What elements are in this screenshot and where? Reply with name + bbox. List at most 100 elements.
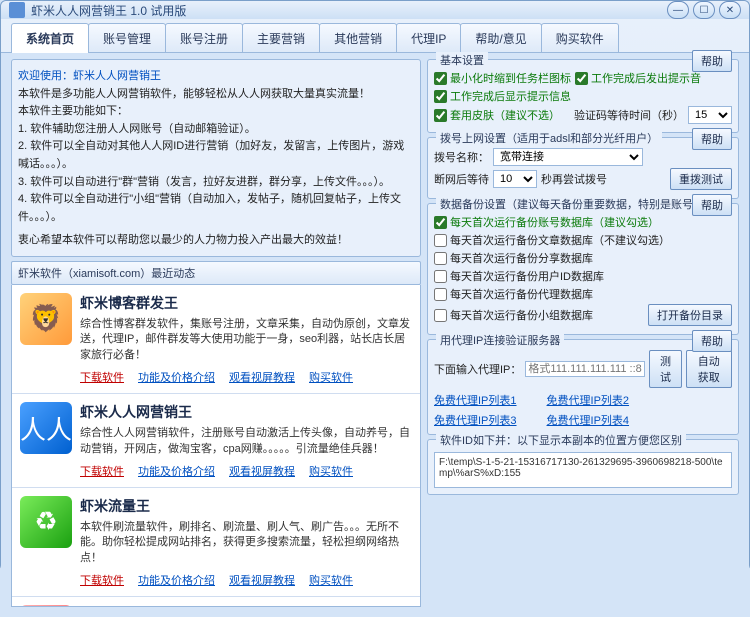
product-link[interactable]: 下载软件 bbox=[80, 572, 124, 588]
product-title: 虾米流量王 bbox=[80, 496, 412, 516]
proxy-input-label: 下面输入代理IP： bbox=[434, 361, 521, 377]
dial-name-label: 拨号名称： bbox=[434, 149, 489, 165]
product-link[interactable]: 下载软件 bbox=[80, 369, 124, 385]
maximize-button[interactable]: ☐ bbox=[693, 1, 715, 19]
product-title: 虾米分享王 bbox=[80, 605, 412, 607]
product-icon: 👶 bbox=[20, 605, 72, 607]
right-panel: 基本设置 帮助 最小化时缩到任务栏图标 工作完成后发出提示音 工作完成后显示提示… bbox=[427, 53, 739, 607]
product-title: 虾米博客群发王 bbox=[80, 293, 412, 313]
path-group: 软件ID如下并：以下显示本副本的位置方便您区别 F:\temp\S-1-5-21… bbox=[427, 439, 739, 495]
product-link[interactable]: 功能及价格介绍 bbox=[138, 572, 215, 588]
backup-account-checkbox[interactable]: 每天首次运行备份账号数据库（建议勾选） bbox=[434, 214, 659, 230]
product-desc: 综合性博客群发软件，集账号注册，文章采集，自动伪原创，文章发送，代理IP，邮件群… bbox=[80, 317, 412, 363]
help-button[interactable]: 帮助 bbox=[692, 194, 732, 216]
products-list[interactable]: 🦁 虾米博客群发王综合性博客群发软件，集账号注册，文章采集，自动伪原创，文章发送，… bbox=[11, 285, 421, 607]
product-desc: 本软件刷流量软件，刷排名、刷流量、刷人气、刷广告。。。无所不能。助你轻松提成网站… bbox=[80, 520, 412, 566]
tab-2[interactable]: 账号注册 bbox=[165, 23, 243, 53]
proxy-link[interactable]: 免费代理IP列表1 bbox=[434, 392, 517, 408]
tab-1[interactable]: 账号管理 bbox=[88, 23, 166, 53]
product-desc: 综合性人人网营销软件，注册账号自动激活上传头像，自动养号，自动营销，开网店，做淘… bbox=[80, 426, 412, 457]
products-header-title: 虾米软件（xiamisoft.com）最近动态 bbox=[18, 265, 195, 281]
minimize-button[interactable]: — bbox=[667, 1, 689, 19]
product-link[interactable]: 购买软件 bbox=[309, 572, 353, 588]
proxy-input[interactable] bbox=[525, 361, 645, 377]
tab-5[interactable]: 代理IP bbox=[396, 23, 461, 53]
product-link[interactable]: 下载软件 bbox=[80, 463, 124, 479]
intro-text: 欢迎使用：虾米人人网营销王 本软件是多功能人人网营销软件，能够轻松从人人网获取大… bbox=[18, 68, 414, 250]
product-icon: 🦁 bbox=[20, 293, 72, 345]
product-link[interactable]: 购买软件 bbox=[309, 463, 353, 479]
product-item: ♻ 虾米流量王本软件刷流量软件，刷排名、刷流量、刷人气、刷广告。。。无所不能。助你… bbox=[12, 488, 420, 597]
product-link[interactable]: 功能及价格介绍 bbox=[138, 369, 215, 385]
sound-checkbox[interactable]: 工作完成后发出提示音 bbox=[575, 70, 701, 86]
timeout-select[interactable]: 15 bbox=[688, 106, 732, 124]
group-title: 软件ID如下并：以下显示本副本的位置方便您区别 bbox=[436, 432, 686, 448]
tab-7[interactable]: 购买软件 bbox=[541, 23, 619, 53]
products-header: 虾米软件（xiamisoft.com）最近动态 bbox=[11, 261, 421, 285]
timeout-label: 验证码等待时间（秒） bbox=[574, 107, 684, 123]
product-links: 下载软件功能及价格介绍观看视屏教程购买软件 bbox=[80, 572, 412, 588]
product-item: 人人虾米人人网营销王综合性人人网营销软件，注册账号自动激活上传头像，自动养号，自… bbox=[12, 394, 420, 488]
proxy-link[interactable]: 免费代理IP列表3 bbox=[434, 412, 517, 428]
backup-group: 数据备份设置（建议每天备份重要数据，特别是账号数据） 帮助 每天首次运行备份账号… bbox=[427, 203, 739, 335]
product-link[interactable]: 功能及价格介绍 bbox=[138, 463, 215, 479]
group-title: 用代理IP连接验证服务器 bbox=[436, 332, 564, 348]
backup-group-checkbox[interactable]: 每天首次运行备份小组数据库 bbox=[434, 307, 593, 323]
tab-3[interactable]: 主要营销 bbox=[242, 23, 320, 53]
product-link[interactable]: 观看视屏教程 bbox=[229, 463, 295, 479]
close-button[interactable]: ✕ bbox=[719, 1, 741, 19]
app-icon bbox=[9, 2, 25, 18]
content-area: 欢迎使用：虾米人人网营销王 本软件是多功能人人网营销软件，能够轻松从人人网获取大… bbox=[1, 52, 749, 617]
group-title: 基本设置 bbox=[436, 52, 488, 68]
proxy-test-button[interactable]: 测试 bbox=[649, 350, 681, 388]
group-title: 拨号上网设置（适用于adsl和部分光纤用户） bbox=[436, 130, 662, 146]
product-title: 虾米人人网营销王 bbox=[80, 402, 412, 422]
show-info-checkbox[interactable]: 工作完成后显示提示信息 bbox=[434, 88, 571, 104]
redial-button[interactable]: 重拨测试 bbox=[670, 168, 732, 190]
dial-wait-select[interactable]: 10 bbox=[493, 170, 537, 188]
window-title: 虾米人人网营销王 1.0 试用版 bbox=[31, 2, 667, 19]
tab-0[interactable]: 系统首页 bbox=[11, 23, 89, 53]
path-text: F:\temp\S-1-5-21-15316717130-261329695-3… bbox=[434, 452, 732, 488]
welcome-line: 欢迎使用：虾米人人网营销王 bbox=[18, 68, 414, 86]
product-item: 👶虾米分享王首创综合性网络收藏及分享（网摘）软件，一键采集您的所有网址，一键分享… bbox=[12, 597, 420, 607]
group-title: 数据备份设置（建议每天备份重要数据，特别是账号数据） bbox=[436, 196, 730, 212]
help-button[interactable]: 帮助 bbox=[692, 128, 732, 150]
dial-wait-label2: 秒再尝试拨号 bbox=[541, 171, 607, 187]
tab-4[interactable]: 其他营销 bbox=[319, 23, 397, 53]
skin-checkbox[interactable]: 套用皮肤（建议不选） bbox=[434, 107, 560, 123]
backup-share-checkbox[interactable]: 每天首次运行备份分享数据库 bbox=[434, 250, 593, 266]
backup-proxy-checkbox[interactable]: 每天首次运行备份代理数据库 bbox=[434, 286, 593, 302]
open-backup-button[interactable]: 打开备份目录 bbox=[648, 304, 732, 326]
product-link[interactable]: 观看视屏教程 bbox=[229, 369, 295, 385]
app-window: 虾米人人网营销王 1.0 试用版 — ☐ ✕ 系统首页账号管理账号注册主要营销其… bbox=[0, 0, 750, 571]
dial-group: 拨号上网设置（适用于adsl和部分光纤用户） 帮助 拨号名称： 宽带连接 断网后… bbox=[427, 137, 739, 199]
product-icon: 人人 bbox=[20, 402, 72, 454]
proxy-link[interactable]: 免费代理IP列表2 bbox=[547, 392, 630, 408]
backup-userid-checkbox[interactable]: 每天首次运行备份用户ID数据库 bbox=[434, 268, 604, 284]
window-controls: — ☐ ✕ bbox=[667, 1, 741, 19]
dial-name-select[interactable]: 宽带连接 bbox=[493, 148, 643, 166]
backup-article-checkbox[interactable]: 每天首次运行备份文章数据库（不建议勾选） bbox=[434, 232, 670, 248]
product-item: 🦁 虾米博客群发王综合性博客群发软件，集账号注册，文章采集，自动伪原创，文章发送，… bbox=[12, 285, 420, 394]
product-links: 下载软件功能及价格介绍观看视屏教程购买软件 bbox=[80, 369, 412, 385]
product-icon: ♻ bbox=[20, 496, 72, 548]
proxy-auto-button[interactable]: 自动获取 bbox=[686, 350, 732, 388]
tab-bar: 系统首页账号管理账号注册主要营销其他营销代理IP帮助/意见购买软件 bbox=[1, 19, 749, 53]
product-link[interactable]: 观看视屏教程 bbox=[229, 572, 295, 588]
title-bar: 虾米人人网营销王 1.0 试用版 — ☐ ✕ bbox=[1, 1, 749, 19]
proxy-link[interactable]: 免费代理IP列表4 bbox=[547, 412, 630, 428]
products-section: 虾米软件（xiamisoft.com）最近动态 🦁 虾米博客群发王综合性博客群发软… bbox=[11, 261, 421, 607]
left-panel: 欢迎使用：虾米人人网营销王 本软件是多功能人人网营销软件，能够轻松从人人网获取大… bbox=[11, 53, 421, 607]
proxy-group: 用代理IP连接验证服务器 帮助 下面输入代理IP： 测试 自动获取 免费代理IP… bbox=[427, 339, 739, 435]
minimize-tray-checkbox[interactable]: 最小化时缩到任务栏图标 bbox=[434, 70, 571, 86]
help-button[interactable]: 帮助 bbox=[692, 50, 732, 72]
proxy-links: 免费代理IP列表1 免费代理IP列表2 免费代理IP列表3 免费代理IP列表4 bbox=[434, 392, 732, 428]
dial-wait-label1: 断网后等待 bbox=[434, 171, 489, 187]
product-links: 下载软件功能及价格介绍观看视屏教程购买软件 bbox=[80, 463, 412, 479]
tab-6[interactable]: 帮助/意见 bbox=[460, 23, 541, 53]
product-link[interactable]: 购买软件 bbox=[309, 369, 353, 385]
help-button[interactable]: 帮助 bbox=[692, 330, 732, 352]
intro-group: 欢迎使用：虾米人人网营销王 本软件是多功能人人网营销软件，能够轻松从人人网获取大… bbox=[11, 59, 421, 257]
basic-settings-group: 基本设置 帮助 最小化时缩到任务栏图标 工作完成后发出提示音 工作完成后显示提示… bbox=[427, 59, 739, 133]
